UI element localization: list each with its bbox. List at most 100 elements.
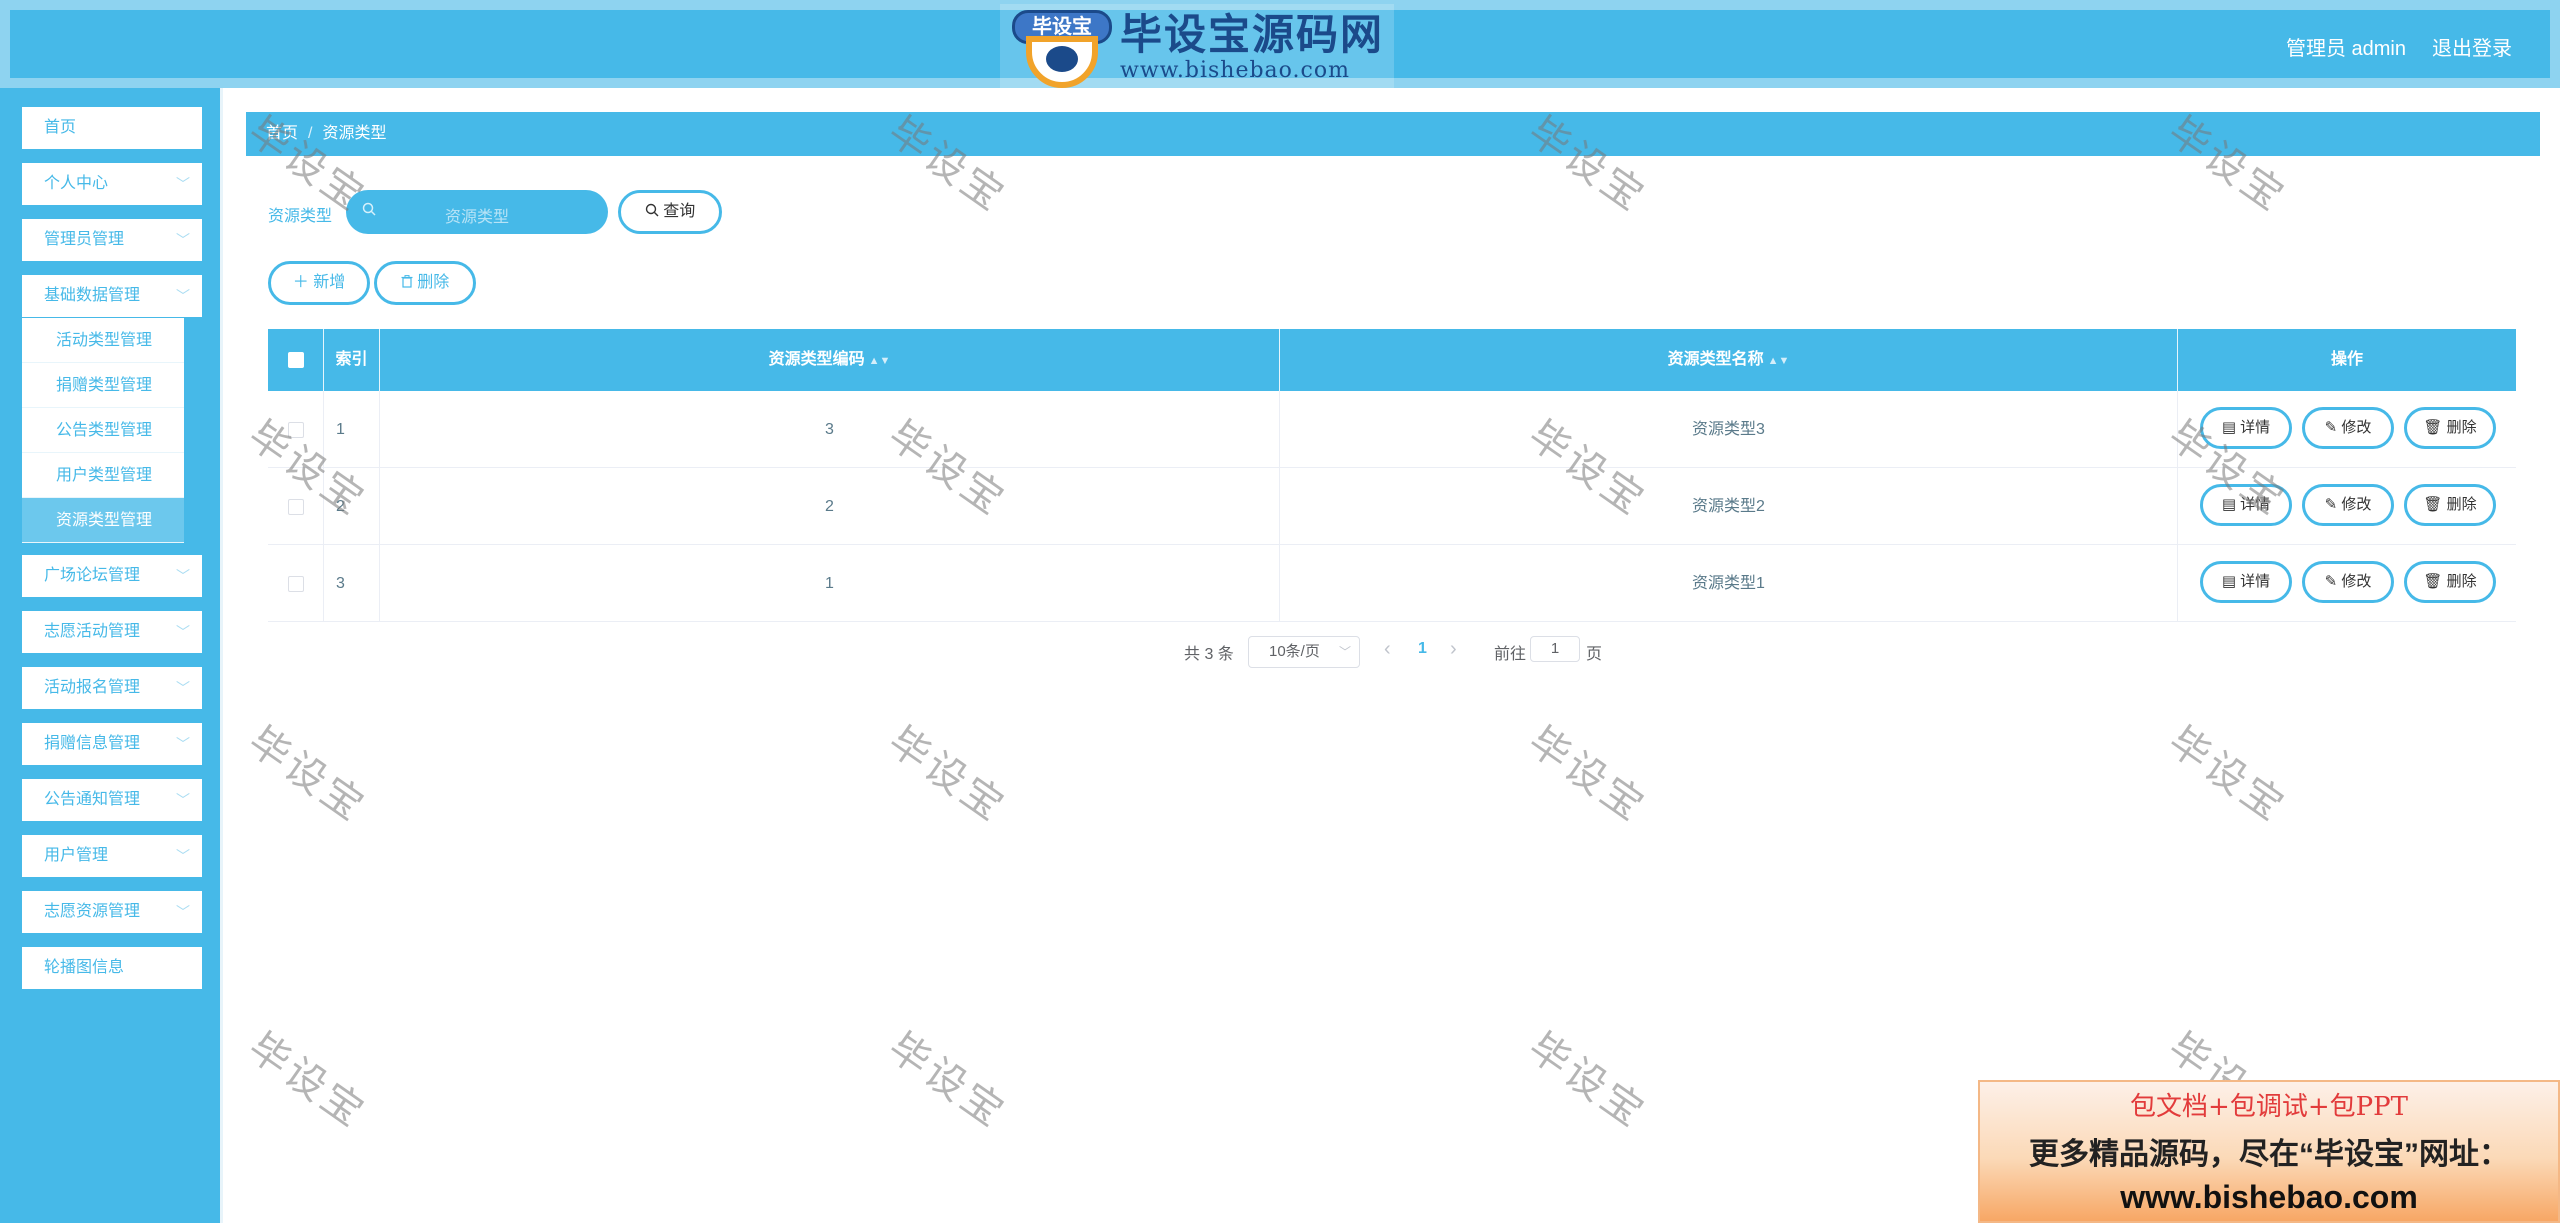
detail-button[interactable]: ▤ 详情 (2200, 407, 2292, 449)
plus-icon: ＋ (292, 274, 309, 291)
search-input[interactable]: 资源类型 (346, 190, 608, 234)
user-area: 管理员 admin 退出登录 (2286, 32, 2512, 61)
edit-icon: ✎ (2324, 419, 2338, 436)
batch-delete-button[interactable]: 删除 (374, 261, 476, 305)
breadcrumb-current: 资源类型 (322, 125, 387, 142)
sidebar-item-users[interactable]: 用户管理 ﹀ (22, 835, 202, 877)
logout-button[interactable]: 退出登录 (2432, 32, 2512, 61)
header-index: 索引 (324, 329, 380, 391)
cell-name: 资源类型2 (1280, 468, 2178, 545)
promo-banner[interactable]: 包文档+包调试+包PPT 更多精品源码，尽在“毕设宝”网址： www.bishe… (1978, 1080, 2560, 1223)
prev-page-button[interactable]: ‹ (1384, 638, 1391, 661)
chevron-down-icon: ﹀ (176, 904, 190, 920)
header-name[interactable]: 资源类型名称 ▲▼ (1280, 329, 2178, 391)
sidebar-item-resources[interactable]: 志愿资源管理 ﹀ (22, 891, 202, 933)
edit-button[interactable]: ✎ 修改 (2302, 561, 2394, 603)
sidebar-item-notice[interactable]: 公告通知管理 ﹀ (22, 779, 202, 821)
cell-index: 2 (324, 468, 380, 545)
chevron-down-icon: ﹀ (176, 176, 190, 192)
select-all-checkbox[interactable] (287, 351, 304, 368)
edit-button[interactable]: ✎ 修改 (2302, 407, 2394, 449)
chevron-down-icon: ﹀ (176, 848, 190, 864)
page-number-current[interactable]: 1 (1418, 640, 1427, 658)
cell-actions: ▤ 详情 ✎ 修改 🗑 删除 (2178, 545, 2516, 622)
edit-icon: ✎ (2324, 573, 2338, 590)
delete-button[interactable]: 🗑 删除 (2404, 407, 2496, 449)
sort-icon[interactable]: ▲▼ (869, 355, 891, 367)
sidebar-item-carousel[interactable]: 轮播图信息 (22, 947, 202, 989)
query-button[interactable]: 查询 (618, 190, 722, 234)
goto-suffix: 页 (1586, 646, 1603, 663)
chevron-down-icon: ﹀ (176, 792, 190, 808)
chevron-down-icon: ﹀ (176, 680, 190, 696)
goto-page-input[interactable]: 1 (1530, 636, 1580, 662)
sidebar-item-forum[interactable]: 广场论坛管理 ﹀ (22, 555, 202, 597)
sidebar-item-registration[interactable]: 活动报名管理 ﹀ (22, 667, 202, 709)
watermark: 毕设宝 (1519, 1024, 1655, 1138)
search-icon (645, 203, 659, 220)
submenu-notice-type[interactable]: 公告类型管理 (22, 408, 184, 453)
search-label: 资源类型 (268, 208, 333, 225)
cell-code: 1 (380, 545, 1280, 622)
chevron-down-icon: ﹀ (176, 232, 190, 248)
document-icon: ▤ (2221, 573, 2236, 590)
header-select-all (268, 329, 324, 391)
watermark: 毕设宝 (2159, 718, 2295, 832)
edit-button[interactable]: ✎ 修改 (2302, 484, 2394, 526)
logo-url: www.bishebao.com (1120, 57, 1350, 83)
page-size-select[interactable]: 10条/页 ﹀ (1248, 636, 1360, 668)
row-checkbox[interactable] (287, 498, 304, 515)
document-icon: ▤ (2221, 496, 2236, 513)
detail-button[interactable]: ▤ 详情 (2200, 484, 2292, 526)
breadcrumb-separator: / (308, 125, 313, 142)
sort-icon[interactable]: ▲▼ (1768, 355, 1790, 367)
cell-name: 资源类型3 (1280, 391, 2178, 468)
trash-icon: 🗑 (2423, 496, 2443, 513)
current-user[interactable]: 管理员 admin (2286, 32, 2406, 61)
edit-icon: ✎ (2324, 496, 2338, 513)
goto-label: 前往 (1494, 646, 1527, 663)
logo-badge-icon: 毕设宝 (1012, 6, 1112, 88)
next-page-button[interactable]: › (1450, 638, 1457, 661)
breadcrumb-home[interactable]: 首页 (266, 125, 298, 142)
cell-code: 3 (380, 391, 1280, 468)
watermark: 毕设宝 (879, 718, 1015, 832)
row-checkbox[interactable] (287, 421, 304, 438)
promo-line-3: www.bishebao.com (2120, 1179, 2418, 1215)
table-header: 索引 资源类型编码 ▲▼ 资源类型名称 ▲▼ 操作 (268, 329, 2516, 391)
submenu-activity-type[interactable]: 活动类型管理 (22, 318, 184, 363)
detail-button[interactable]: ▤ 详情 (2200, 561, 2292, 603)
watermark: 毕设宝 (239, 1024, 375, 1138)
sidebar-item-home[interactable]: 首页 (22, 107, 202, 149)
chevron-down-icon: ﹀ (176, 736, 190, 752)
delete-button[interactable]: 🗑 删除 (2404, 561, 2496, 603)
cell-index: 3 (324, 545, 380, 622)
table-row: 3 1 资源类型1 ▤ 详情 ✎ 修改 🗑 删除 (268, 545, 2516, 622)
site-logo: 毕设宝 毕设宝源码网 www.bishebao.com (1000, 4, 1394, 90)
cell-code: 2 (380, 468, 1280, 545)
sidebar-item-admin[interactable]: 管理员管理 ﹀ (22, 219, 202, 261)
watermark: 毕设宝 (239, 718, 375, 832)
breadcrumb: 首页 / 资源类型 (246, 112, 2540, 156)
submenu-donation-type[interactable]: 捐赠类型管理 (22, 363, 184, 408)
sidebar-item-donation[interactable]: 捐赠信息管理 ﹀ (22, 723, 202, 765)
sidebar-item-profile[interactable]: 个人中心 ﹀ (22, 163, 202, 205)
trash-icon: 🗑 (2423, 419, 2443, 436)
sidebar-item-volunteer-activity[interactable]: 志愿活动管理 ﹀ (22, 611, 202, 653)
promo-line-2: 更多精品源码，尽在“毕设宝”网址： (2029, 1138, 2509, 1171)
add-button[interactable]: ＋ 新增 (268, 261, 370, 305)
cell-actions: ▤ 详情 ✎ 修改 🗑 删除 (2178, 391, 2516, 468)
document-icon: ▤ (2221, 419, 2236, 436)
row-checkbox[interactable] (287, 575, 304, 592)
submenu-user-type[interactable]: 用户类型管理 (22, 453, 184, 498)
logo-title: 毕设宝源码网 (1120, 10, 1385, 58)
pagination-total: 共 3 条 (1184, 646, 1234, 663)
submenu-resource-type[interactable]: 资源类型管理 (22, 498, 184, 543)
delete-button[interactable]: 🗑 删除 (2404, 484, 2496, 526)
trash-icon (401, 274, 413, 291)
header-actions: 操作 (2330, 351, 2363, 368)
trash-icon: 🗑 (2423, 573, 2443, 590)
sidebar-item-basic-data[interactable]: 基础数据管理 ﹀ (22, 275, 202, 317)
header-code[interactable]: 资源类型编码 ▲▼ (380, 329, 1280, 391)
table-row: 2 2 资源类型2 ▤ 详情 ✎ 修改 🗑 删除 (268, 468, 2516, 545)
